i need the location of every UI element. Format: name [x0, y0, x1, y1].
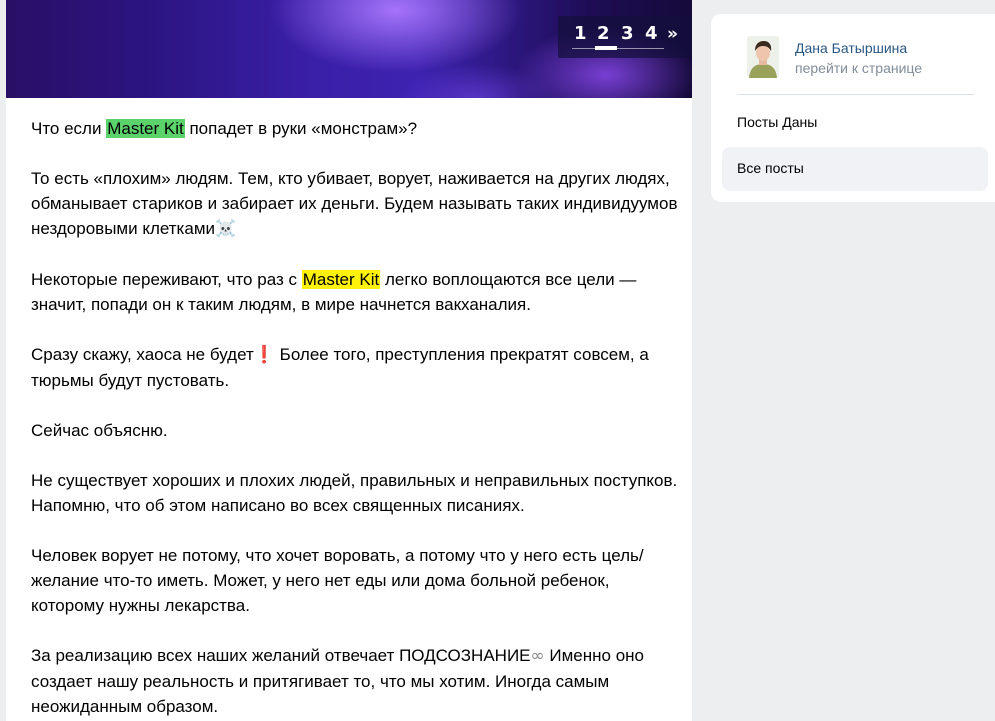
- divider: [737, 94, 974, 95]
- skull-emoji-icon: ☠️: [215, 219, 237, 239]
- pager-page-1[interactable]: 1: [574, 24, 587, 44]
- text-run: Некоторые переживают, что раз с: [31, 270, 302, 289]
- pager-page-3[interactable]: 3: [621, 24, 634, 44]
- text-run: попадет в руки «монстрам»?: [184, 119, 418, 138]
- sidebar-card: Дана Батыршина перейти к странице Посты …: [711, 14, 995, 202]
- post-banner-image: 1 2 3 4 »: [6, 0, 692, 98]
- text-run: Не существует хороших и плохих людей, пр…: [31, 471, 678, 515]
- author-name-link[interactable]: Дана Батыршина: [795, 40, 907, 57]
- text-run: За реализацию всех наших желаний отвечае…: [31, 646, 531, 665]
- menu-item-all-posts[interactable]: Все посты: [722, 147, 988, 191]
- highlighted-keyword: Master Kit: [106, 119, 185, 138]
- post-card: 1 2 3 4 » Что если Master Kit попадет в …: [6, 0, 692, 721]
- post-paragraph: Человек ворует не потому, что хочет воро…: [31, 543, 681, 618]
- exclamation-emoji-icon: ❗: [253, 345, 275, 365]
- post-paragraph: За реализацию всех наших желаний отвечае…: [31, 643, 681, 719]
- avatar-photo-icon: [747, 36, 779, 78]
- pager-next-button[interactable]: »: [667, 24, 678, 44]
- post-text: Что если Master Kit попадет в руки «монс…: [31, 116, 681, 721]
- post-paragraph: То есть «плохим» людям. Тем, кто убивает…: [31, 166, 681, 242]
- text-run: Человек ворует не потому, что хочет воро…: [31, 546, 644, 615]
- pager-track: [572, 48, 664, 49]
- menu-item-author-posts[interactable]: Посты Даны: [737, 114, 817, 131]
- carousel-pager: 1 2 3 4 »: [558, 16, 691, 58]
- post-paragraph: Некоторые переживают, что раз с Master K…: [31, 267, 681, 317]
- pager-page-4[interactable]: 4: [645, 24, 658, 44]
- infinity-emoji-icon: ∞: [530, 646, 545, 666]
- goto-page-link[interactable]: перейти к странице: [795, 60, 922, 77]
- menu-item-all-posts-label: Все посты: [737, 160, 804, 176]
- pager-page-2[interactable]: 2: [597, 24, 610, 44]
- avatar[interactable]: [747, 36, 779, 78]
- post-paragraph: Сейчас объясню.: [31, 418, 681, 443]
- pager-current-indicator: [595, 46, 617, 50]
- post-paragraph: Не существует хороших и плохих людей, пр…: [31, 468, 681, 518]
- highlighted-keyword: Master Kit: [301, 270, 381, 289]
- text-run: Что если: [31, 119, 107, 138]
- post-paragraph: Что если Master Kit попадет в руки «монс…: [31, 116, 681, 141]
- text-run: Сейчас объясню.: [31, 421, 168, 440]
- text-run: Сразу скажу, хаоса не будет: [31, 345, 254, 364]
- text-run: То есть «плохим» людям. Тем, кто убивает…: [31, 169, 678, 238]
- post-paragraph: Сразу скажу, хаоса не будет❗ Более того,…: [31, 342, 681, 393]
